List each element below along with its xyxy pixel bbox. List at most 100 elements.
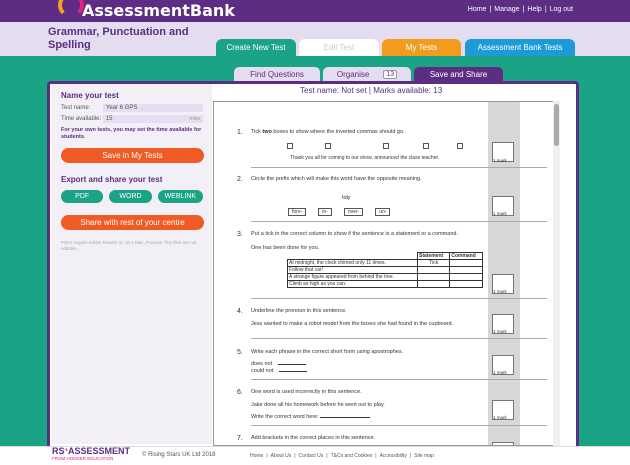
q3-sentence: A strange figure appeared from behind th… [287,273,418,281]
table-row: Climb as high as you can. [287,280,483,288]
weblink-button[interactable]: WEBLINK [157,190,203,203]
time-available-label: Time available: [61,116,102,122]
scrollbar-thumb[interactable] [554,104,559,146]
question-7: 7. Add brackets in the correct places in… [237,435,507,442]
q6-answer-line[interactable] [320,417,371,418]
nav-separator: | [489,6,492,13]
tab-edit-test[interactable]: Edit Test [299,39,379,56]
q5-item-b: could not [251,368,507,375]
tab-my-tests[interactable]: My Tests [382,39,461,56]
preview-scrollbar[interactable] [553,101,560,446]
q3-cell[interactable] [416,280,451,288]
q1-checkbox[interactable] [287,143,293,149]
mark-label: 1 mark [493,370,507,375]
question-number: 3. [237,231,243,238]
subtab-find-questions[interactable]: Find Questions [234,67,320,81]
footer-separator: | [375,453,377,459]
nav-manage[interactable]: Manage [494,6,519,13]
page-title: Grammar, Punctuation and Spelling [48,26,189,51]
q7-text: Add brackets in the correct places in th… [251,435,376,441]
save-in-my-tests-button[interactable]: Save in My Tests [61,148,204,163]
footer-link-terms[interactable]: T&Cs and Cookies [331,453,373,459]
pdf-button[interactable]: PDF [61,190,104,203]
footer-separator: | [294,453,296,459]
question-5: 5. Write each phrase in the correct shor… [237,349,507,356]
q3-cell[interactable] [416,273,451,281]
q2-option[interactable]: un- [375,208,391,216]
question-number: 1. [237,129,243,136]
footer-link-home[interactable]: Home [250,453,263,459]
question-number: 6. [237,389,243,396]
q5-item-a: does not [251,361,507,368]
test-summary: Test name: Not set | Marks available: 13 [300,86,443,95]
footer-separator: | [326,453,328,459]
nav-logout[interactable]: Log out [550,6,573,13]
rs-logo-main: RS+ASSESSMENT [52,447,130,456]
top-nav: Home | Manage | Help | Log out [468,6,573,13]
q5-phrase-a: does not [251,361,273,367]
name-your-test-heading: Name your test [61,91,119,100]
word-button[interactable]: WORD [109,190,152,203]
share-with-centre-button[interactable]: Share with rest of your centre [61,215,204,230]
footer-links: Home | About Us | Contact Us | T&Cs and Coo… [250,453,434,459]
q3-cell[interactable] [416,266,451,274]
test-name-field[interactable]: Year 6 GPS [102,104,203,112]
test-preview[interactable]: 1. Tick two boxes to show where the inve… [213,101,560,446]
q3-cell[interactable] [449,266,483,274]
tab-assessment-bank-tests[interactable]: Assessment Bank Tests [465,39,575,56]
q2-option[interactable]: over- [343,208,364,216]
question-3: 3. Put a tick in the correct column to s… [237,231,507,238]
nav-separator: | [544,6,547,13]
q5-answer-line[interactable] [277,364,306,365]
q5-phrase-b: could not [251,368,274,374]
q1-checkbox[interactable] [423,143,429,149]
q1-checkbox[interactable] [325,143,331,149]
nav-separator: | [522,6,525,13]
mark-label: 1 mark [493,211,507,216]
subtab-save-and-share[interactable]: Save and Share [414,67,503,81]
test-name-label: Test name: [61,105,91,111]
mark-label: 1 mark [493,289,507,294]
q3-table-corner [288,253,418,260]
q3-cell[interactable] [449,273,483,281]
question-2: 2. Circle the prefix which will make thi… [237,176,507,183]
q2-option[interactable]: in- [318,208,332,216]
q2-option[interactable]: fore- [288,208,307,216]
q3-cell[interactable] [449,259,483,267]
subtab-organise[interactable]: Organise 13 [323,67,411,81]
time-available-field[interactable]: 15 mins [102,115,203,123]
question-divider [251,338,547,339]
footer-link-contact[interactable]: Contact Us [299,453,324,459]
footer-separator: | [409,453,412,459]
tab-create-new-test[interactable]: Create New Test [216,39,296,56]
footer-link-accessibility[interactable]: Accessibility [380,453,407,459]
organise-count-badge: 13 [383,69,398,79]
question-6: 6. One word is used incorrectly in this … [237,389,507,396]
question-divider [251,221,547,222]
footer-link-about[interactable]: About Us [271,453,292,459]
question-number: 5. [237,349,243,356]
question-1: 1. Tick two boxes to show where the inve… [237,129,507,136]
q6-sentence: Jake done all his homework before he wen… [251,402,385,408]
rs-assessment-logo[interactable]: RS+ASSESSMENT FROM HODDER EDUCATION [52,447,130,463]
q1-checkboxes [287,143,487,151]
mark-label: 1 mark [493,415,507,420]
q1-checkbox[interactable] [457,143,463,149]
nav-home[interactable]: Home [468,6,487,13]
logo-swirl-icon [58,0,84,18]
q6-prompt: Write the correct word here: [251,414,507,421]
q5-answer-line[interactable] [278,371,307,372]
footer-separator: | [266,453,268,459]
rs-logo-sub: FROM HODDER EDUCATION [52,456,114,461]
left-panel: Name your test Test name: Year 6 GPS Tim… [52,84,212,444]
q1-checkbox[interactable] [383,143,389,149]
time-value: 15 [105,116,113,122]
nav-help[interactable]: Help [527,6,541,13]
q4-text: Underline the pronoun in this sentence. [251,308,347,314]
footer-link-sitemap[interactable]: Site map [414,453,434,459]
q3-cell[interactable] [449,280,483,288]
mark-label: 1 mark [493,329,507,334]
export-heading: Export and share your test [61,175,163,184]
assessment-bank-logo[interactable]: AssessmentBank [58,0,235,22]
subtab-organise-label: Organise [336,69,370,79]
